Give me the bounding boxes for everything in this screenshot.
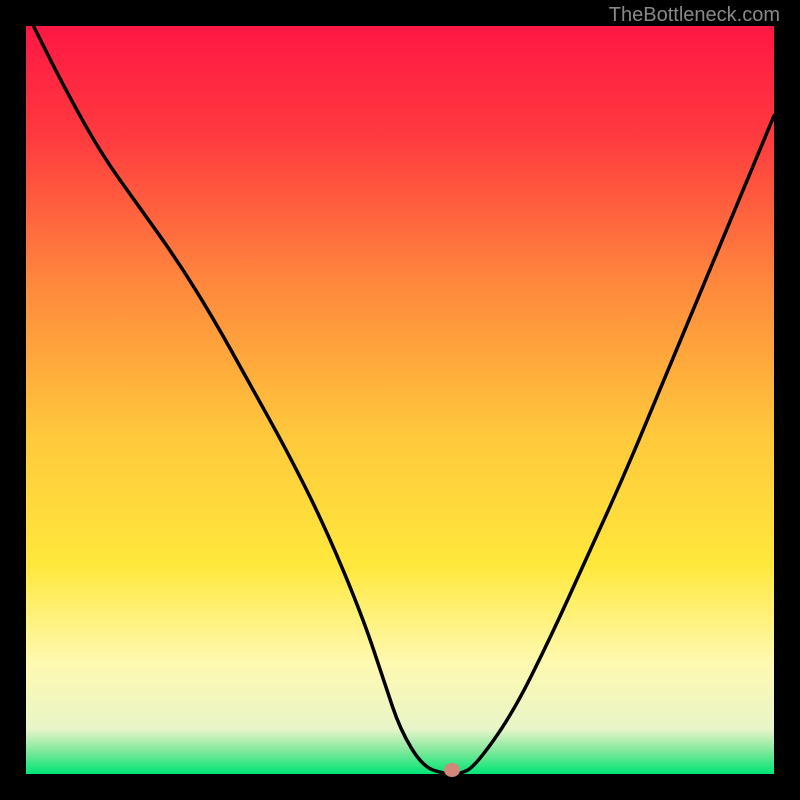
chart-curve bbox=[26, 26, 774, 774]
attribution-text: TheBottleneck.com bbox=[609, 4, 780, 27]
chart-plot-area bbox=[26, 26, 774, 774]
optimal-point-marker bbox=[444, 763, 460, 777]
